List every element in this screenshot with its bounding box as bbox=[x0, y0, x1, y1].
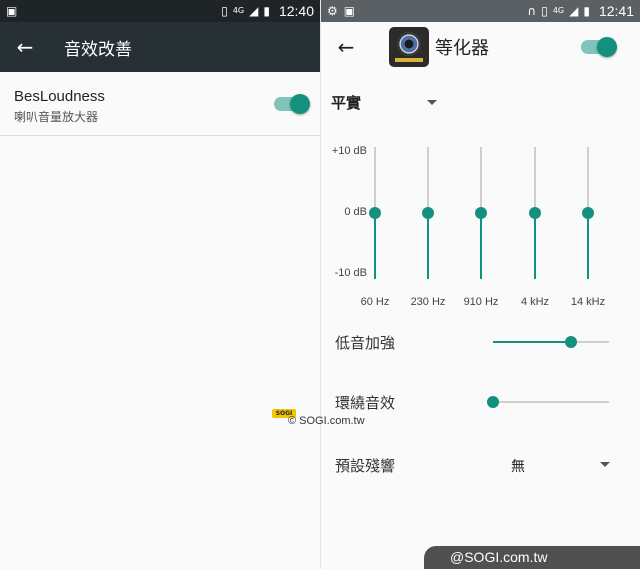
slider-fill bbox=[493, 341, 571, 343]
dropdown-arrow-icon[interactable] bbox=[427, 100, 437, 105]
db-label-min: -10 dB bbox=[334, 267, 367, 279]
band-level-fill bbox=[374, 213, 376, 279]
db-label-max: +10 dB bbox=[331, 145, 367, 157]
network-type: 4G bbox=[552, 6, 565, 15]
page-title: 等化器 bbox=[435, 38, 489, 59]
band-slider-thumb[interactable] bbox=[582, 207, 594, 219]
status-bar: ⚙ ▣ ∩ ▯ 4G ◢ ▮ 12:41 bbox=[321, 0, 640, 22]
band-frequency-label: 14 kHz bbox=[570, 296, 606, 308]
band-slider-thumb[interactable] bbox=[422, 207, 434, 219]
watermark-text: © SOGI.com.tw bbox=[288, 415, 365, 427]
preset-dropdown[interactable]: 平實 bbox=[331, 92, 361, 113]
network-type: 4G bbox=[232, 6, 245, 15]
reverb-label: 預設殘響 bbox=[335, 457, 396, 475]
band-level-fill bbox=[480, 213, 482, 279]
signal-icon: ◢ bbox=[569, 4, 579, 18]
db-label-zero: 0 dB bbox=[344, 206, 367, 218]
status-time: 12:41 bbox=[598, 3, 634, 19]
band-slider-thumb[interactable] bbox=[529, 207, 541, 219]
vibrate-icon: ▯ bbox=[221, 4, 228, 18]
vibrate-icon: ▯ bbox=[541, 4, 548, 18]
band-slider-thumb[interactable] bbox=[475, 207, 487, 219]
reverb-dropdown[interactable]: 無 bbox=[511, 456, 525, 476]
app-bar: ← 等化器 bbox=[321, 22, 640, 72]
page-title: 音效改善 bbox=[64, 39, 132, 60]
band-level-fill bbox=[587, 213, 589, 279]
headphones-icon: ∩ bbox=[527, 4, 537, 18]
battery-icon: ▮ bbox=[583, 4, 590, 18]
image-icon: ▣ bbox=[6, 4, 18, 18]
slider-thumb[interactable] bbox=[564, 336, 577, 348]
slider-track[interactable] bbox=[493, 401, 609, 403]
toggle-knob bbox=[597, 37, 617, 57]
preference-subtitle: 喇叭音量放大器 bbox=[14, 110, 99, 124]
band-frequency-label: 4 kHz bbox=[520, 296, 550, 308]
band-frequency-label: 230 Hz bbox=[410, 296, 446, 308]
arrow-left-icon[interactable]: ← bbox=[321, 35, 371, 59]
band-frequency-label: 910 Hz bbox=[463, 296, 499, 308]
besloudness-preference[interactable]: BesLoudness 喇叭音量放大器 bbox=[0, 72, 320, 136]
image-icon: ▣ bbox=[343, 4, 356, 18]
corner-watermark: @SOGI.com.tw bbox=[424, 546, 640, 569]
arrow-left-icon[interactable]: ← bbox=[0, 35, 50, 59]
band-level-fill bbox=[427, 213, 429, 279]
band-frequency-label: 60 Hz bbox=[360, 296, 390, 308]
right-screen: ⚙ ▣ ∩ ▯ 4G ◢ ▮ 12:41 ← 等化器 平實 +10 dB 0 d… bbox=[320, 0, 640, 569]
battery-icon: ▮ bbox=[263, 4, 270, 18]
band-level-fill bbox=[534, 213, 536, 279]
settings-icon: ⚙ bbox=[327, 4, 338, 18]
bass-boost-label: 低音加強 bbox=[335, 334, 396, 352]
equalizer-toggle[interactable] bbox=[581, 37, 617, 57]
signal-icon: ◢ bbox=[249, 4, 259, 18]
slider-thumb[interactable] bbox=[487, 396, 499, 408]
left-screen: ▣ ▯ 4G ◢ ▮ 12:40 ← 音效改善 BesLoudness 喇叭音量… bbox=[0, 0, 320, 569]
virtualizer-label: 環繞音效 bbox=[335, 394, 396, 412]
status-time: 12:40 bbox=[278, 3, 314, 19]
speaker-icon bbox=[389, 27, 429, 67]
preference-title: BesLoudness bbox=[14, 88, 105, 105]
dropdown-arrow-icon[interactable] bbox=[600, 462, 610, 467]
besloudness-toggle[interactable] bbox=[274, 94, 310, 114]
status-bar: ▣ ▯ 4G ◢ ▮ 12:40 bbox=[0, 0, 320, 22]
app-bar: ← 音效改善 bbox=[0, 22, 320, 72]
toggle-knob bbox=[290, 94, 310, 114]
band-slider-thumb[interactable] bbox=[369, 207, 381, 219]
